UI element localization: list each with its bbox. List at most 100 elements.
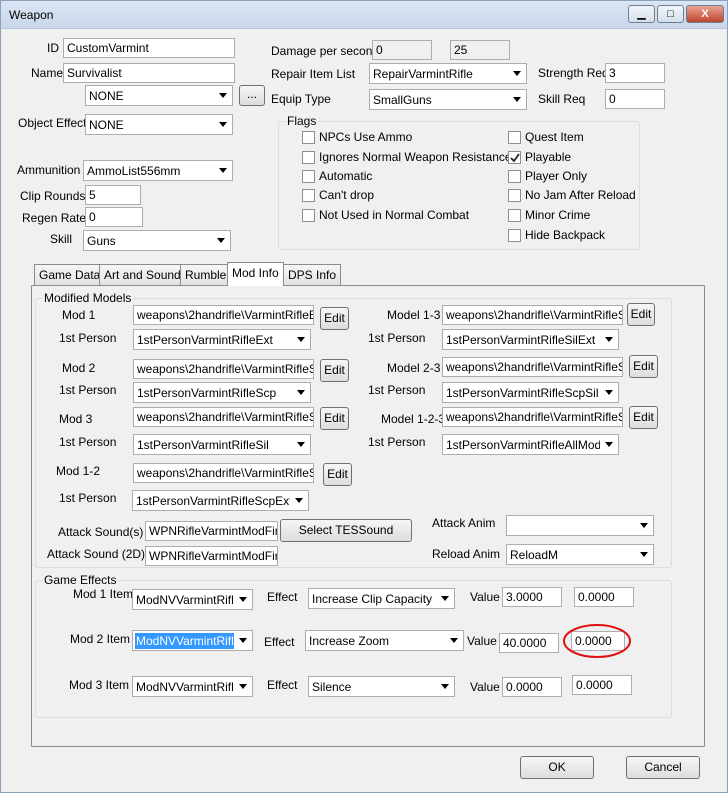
mod12-first-person-select[interactable]: 1stPersonVarmintRifleScpExt	[132, 490, 309, 511]
tab-dps-info[interactable]: DPS Info	[283, 264, 342, 285]
mod3-effect-label: Effect	[267, 678, 298, 692]
ammunition-value: AmmoList556mm	[87, 164, 181, 178]
mod23-path-input[interactable]: weapons\2handrifle\VarmintRifleScpS	[442, 357, 623, 377]
maximize-button[interactable]: □	[657, 5, 684, 23]
minimize-icon: ▁	[637, 8, 646, 20]
skill-label: Skill	[50, 232, 73, 246]
mod12-path-input[interactable]: weapons\2handrifle\VarmintRifleScpE	[133, 463, 314, 483]
flag-label: Automatic	[319, 169, 373, 183]
flag-label: Ignores Normal Weapon Resistance	[319, 150, 512, 164]
mod3-value-input[interactable]: 0.0000	[502, 677, 562, 697]
flag-checkbox-hide-backpack[interactable]	[508, 229, 521, 242]
mod3-first-person-select[interactable]: 1stPersonVarmintRifleSil	[133, 434, 311, 455]
tab-art-and-sound[interactable]: Art and Sound	[99, 264, 186, 285]
mod13-path-input[interactable]: weapons\2handrifle\VarmintRifleSilEx	[442, 305, 623, 325]
flag-checkbox-ignores-normal-weapon-resistance[interactable]	[302, 151, 315, 164]
reload-anim-value: ReloadM	[510, 548, 559, 562]
mod3-value2-input[interactable]: 0.0000	[572, 675, 632, 695]
cancel-button[interactable]: Cancel	[626, 756, 700, 779]
object-effect-select[interactable]: NONE	[85, 114, 233, 135]
attack-sound-input[interactable]: WPNRifleVarmintModFire3D	[145, 521, 278, 541]
mod1-effect-select[interactable]: Increase Clip Capacity	[308, 588, 455, 609]
mod2-edit-button[interactable]: Edit	[320, 359, 349, 382]
mod2-value-input[interactable]: 40.0000	[499, 633, 559, 653]
maximize-icon: □	[667, 8, 674, 20]
chevron-down-icon	[601, 436, 617, 453]
skill-select[interactable]: Guns	[83, 230, 231, 251]
mod12-edit-button[interactable]: Edit	[323, 463, 352, 486]
reload-anim-select[interactable]: ReloadM	[506, 544, 654, 565]
browse-button[interactable]: ...	[239, 85, 265, 106]
mod1-path-input[interactable]: weapons\2handrifle\VarmintRifleExt.N	[133, 305, 314, 325]
mod2-first-person-select[interactable]: 1stPersonVarmintRifleScp	[133, 382, 311, 403]
mod23-first-person-select[interactable]: 1stPersonVarmintRifleScpSil	[442, 382, 619, 403]
mod2-first-person-value: 1stPersonVarmintRifleScp	[137, 386, 277, 400]
object-effect-label: Object Effect	[18, 116, 87, 130]
mod2-item-select[interactable]: ModNVVarmintRifleN	[132, 630, 253, 651]
flag-checkbox-minor-crime[interactable]	[508, 209, 521, 222]
mod3-item-label: Mod 3 Item	[69, 678, 130, 692]
flag-checkbox-can-t-drop[interactable]	[302, 189, 315, 202]
mod2-effect-label: Effect	[264, 635, 295, 649]
mod3-item-value: ModNVVarmintRifleS	[136, 680, 234, 694]
tab-game-data[interactable]: Game Data	[34, 264, 106, 285]
attack-anim-select[interactable]	[506, 515, 654, 536]
mod1-item-select[interactable]: ModNVVarmintRifleE	[132, 589, 253, 610]
mod3-path-input[interactable]: weapons\2handrifle\VarmintRifleSil.N	[133, 407, 314, 427]
mod3-effect-select[interactable]: Silence	[308, 676, 455, 697]
red-annotation-circle	[563, 624, 631, 658]
checkmark-icon	[510, 153, 520, 163]
flag-checkbox-not-used-in-normal-combat[interactable]	[302, 209, 315, 222]
mod123-first-person-select[interactable]: 1stPersonVarmintRifleAllMods	[442, 434, 619, 455]
flag-checkbox-player-only[interactable]	[508, 170, 521, 183]
model-select[interactable]: NONE	[85, 85, 233, 106]
attack-sound-2d-input[interactable]: WPNRifleVarmintModFire2D	[145, 546, 278, 566]
mod3-edit-button[interactable]: Edit	[320, 407, 349, 430]
chevron-down-icon	[235, 591, 251, 608]
clip-rounds-label: Clip Rounds	[20, 189, 86, 203]
mod13-first-person-select[interactable]: 1stPersonVarmintRifleSilExt	[442, 329, 619, 350]
chevron-down-icon	[446, 632, 462, 649]
mod23-first-person-value: 1stPersonVarmintRifleScpSil	[446, 386, 599, 400]
mod123-path-input[interactable]: weapons\2handrifle\VarmintRifleScp	[442, 407, 623, 427]
skill-req-input[interactable]: 0	[605, 89, 665, 109]
mod2-effect-value: Increase Zoom	[309, 634, 390, 648]
mod1-first-person-label: 1st Person	[59, 331, 117, 345]
name-input[interactable]: Survivalist	[63, 63, 235, 83]
strength-req-input[interactable]: 3	[605, 63, 665, 83]
flag-checkbox-quest-item[interactable]	[508, 131, 521, 144]
ok-button[interactable]: OK	[520, 756, 594, 779]
flag-label: Hide Backpack	[525, 228, 606, 242]
attack-sound-2d-label: Attack Sound (2D)	[47, 547, 146, 561]
chevron-down-icon	[235, 632, 251, 649]
flag-checkbox-playable[interactable]	[508, 151, 521, 164]
mod2-effect-select[interactable]: Increase Zoom	[305, 630, 464, 651]
clip-rounds-input[interactable]: 5	[85, 185, 141, 205]
select-tessound-button[interactable]: Select TESSound	[280, 519, 412, 542]
id-input[interactable]: CustomVarmint	[63, 38, 235, 58]
close-button[interactable]: X	[686, 5, 724, 23]
mod1-edit-button[interactable]: Edit	[320, 307, 349, 330]
flag-checkbox-automatic[interactable]	[302, 170, 315, 183]
tab-mod-info[interactable]: Mod Info	[227, 262, 284, 286]
equip-type-select[interactable]: SmallGuns	[369, 89, 527, 110]
mod13-edit-button[interactable]: Edit	[627, 303, 655, 326]
mod1-first-person-select[interactable]: 1stPersonVarmintRifleExt	[133, 329, 311, 350]
mod3-item-select[interactable]: ModNVVarmintRifleS	[132, 676, 253, 697]
flag-checkbox-no-jam-after-reload[interactable]	[508, 189, 521, 202]
flag-checkbox-npcs-use-ammo[interactable]	[302, 131, 315, 144]
minimize-button[interactable]: ▁	[628, 5, 655, 23]
mod2-path-input[interactable]: weapons\2handrifle\VarmintRifleScp.	[133, 359, 314, 379]
mod1-value2-input[interactable]: 0.0000	[574, 587, 634, 607]
mod23-edit-button[interactable]: Edit	[629, 355, 658, 378]
mod12-first-person-value: 1stPersonVarmintRifleScpExt	[136, 494, 290, 508]
repair-select[interactable]: RepairVarmintRifle	[369, 63, 527, 84]
regen-rate-input[interactable]: 0	[85, 207, 143, 227]
window-title: Weapon	[9, 8, 54, 22]
tab-rumble[interactable]: Rumble	[180, 264, 232, 285]
flag-label: Not Used in Normal Combat	[319, 208, 470, 222]
skill-value: Guns	[87, 234, 116, 248]
ammunition-select[interactable]: AmmoList556mm	[83, 160, 233, 181]
mod1-value-input[interactable]: 3.0000	[502, 587, 562, 607]
mod123-edit-button[interactable]: Edit	[629, 406, 658, 429]
